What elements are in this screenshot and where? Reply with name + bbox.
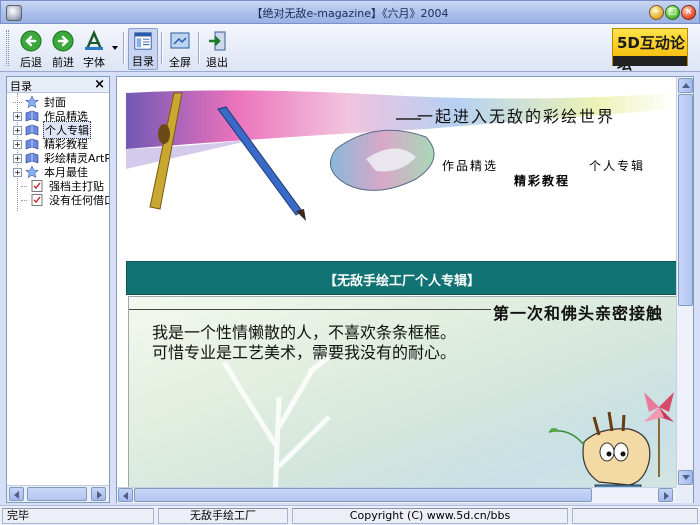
nav-tutorials[interactable]: 精彩教程	[514, 172, 570, 189]
section-title: 【无敌手绘工厂个人专辑】	[323, 274, 480, 289]
scroll-left-button[interactable]	[118, 488, 133, 502]
contents-panel-header: 目录 ×	[7, 77, 109, 93]
close-button[interactable]: ×	[681, 5, 696, 20]
back-label: 后退	[20, 56, 42, 69]
5d-forum-logo[interactable]: 5D互动论坛	[612, 28, 688, 73]
content-view: 一起进入无敌的彩绘世界 作品精选 个人专辑 精彩教程 【无敌手绘工厂个人专辑】 …	[116, 76, 694, 503]
scroll-thumb[interactable]	[678, 94, 693, 306]
expand-toggle[interactable]: +	[13, 139, 22, 149]
content-horizontal-scrollbar[interactable]	[117, 487, 676, 503]
close-panel-icon[interactable]: ×	[94, 77, 105, 92]
tree-item-personal-album[interactable]: + 个人专辑	[7, 121, 91, 139]
content-vertical-scrollbar[interactable]	[676, 77, 693, 487]
scroll-thumb[interactable]	[27, 487, 87, 501]
minimize-button[interactable]: –	[649, 5, 664, 20]
tree-item-best-of-month[interactable]: + 本月最佳	[7, 165, 89, 179]
contents-panel: 目录 × 封面 + 作品精选 + 个人专辑 + 精彩教程 + 彩绘精灵ArtR	[6, 76, 110, 503]
exit-icon	[209, 31, 226, 51]
exit-label: 退出	[206, 56, 228, 69]
nav-personal-album[interactable]: 个人专辑	[589, 157, 645, 174]
logo-text: 5D互动论坛	[617, 34, 685, 73]
back-arrow-icon	[20, 30, 42, 52]
forward-button[interactable]: 前进	[47, 28, 79, 70]
contents-panel-title: 目录	[10, 80, 32, 93]
status-extra	[572, 508, 698, 524]
book-icon	[25, 110, 39, 122]
book-icon	[25, 124, 39, 136]
expand-toggle[interactable]: +	[13, 153, 22, 163]
tree-item-cover[interactable]: 封面	[7, 95, 67, 109]
exit-button[interactable]: 退出	[202, 28, 232, 70]
contents-button[interactable]: 目录	[128, 28, 158, 70]
contents-label: 目录	[132, 55, 154, 68]
status-bar: 完毕 无敌手绘工厂 Copyright (C) www.5d.cn/bbs	[0, 505, 700, 525]
fullscreen-icon	[170, 32, 190, 49]
fullscreen-label: 全屏	[169, 56, 191, 69]
tree-item-featured-post[interactable]: 强档主打贴	[21, 179, 105, 193]
page-icon	[31, 194, 43, 206]
font-label: 字体	[83, 56, 105, 69]
toolbar: 后退 前进 字体 目录 全屏 退出 5D互动论	[0, 24, 700, 73]
tree-item-artrage[interactable]: + 彩绘精灵ArtRage	[7, 151, 109, 165]
status-section: 无敌手绘工厂	[158, 508, 288, 524]
maximize-button[interactable]: □	[665, 5, 680, 20]
sidebar-horizontal-scrollbar[interactable]	[7, 485, 109, 502]
font-button[interactable]: 字体	[79, 28, 109, 70]
scroll-right-button[interactable]	[91, 487, 106, 501]
expand-toggle[interactable]: +	[13, 125, 22, 135]
book-icon	[25, 138, 39, 150]
scroll-up-button[interactable]	[678, 78, 693, 93]
scroll-thumb[interactable]	[134, 488, 592, 502]
book-icon	[25, 152, 39, 164]
story-panel: 第一次和佛头亲密接触 我是一个性情懒散的人，不喜欢条条框框。 可惜专业是工艺美术…	[128, 296, 680, 502]
back-button[interactable]: 后退	[15, 28, 47, 70]
forward-label: 前进	[52, 56, 74, 69]
toolbar-grip[interactable]	[6, 30, 9, 66]
tree-item-tutorials[interactable]: + 精彩教程	[7, 137, 89, 151]
status-text: 完毕	[2, 508, 154, 524]
contents-tree: 封面 + 作品精选 + 个人专辑 + 精彩教程 + 彩绘精灵ArtRage + …	[7, 93, 109, 485]
story-headline: 第一次和佛头亲密接触	[493, 304, 664, 323]
contents-icon	[134, 32, 152, 50]
story-illustration	[221, 357, 674, 502]
title-bar: 【绝对无敌e-magazine】《六月》2004 – □ ×	[0, 0, 700, 24]
tree-item-label: 没有任何借口	[49, 194, 109, 207]
section-header: 【无敌手绘工厂个人专辑】	[126, 261, 678, 295]
window-title: 【绝对无敌e-magazine】《六月》2004	[251, 7, 449, 20]
status-copyright: Copyright (C) www.5d.cn/bbs	[292, 508, 568, 524]
scrollbar-corner	[676, 487, 693, 503]
scroll-down-button[interactable]	[678, 470, 693, 485]
toolbar-separator	[161, 32, 163, 64]
scroll-left-button[interactable]	[9, 487, 24, 501]
toolbar-separator	[123, 32, 125, 64]
tree-item-no-excuses[interactable]: 没有任何借口	[21, 193, 109, 207]
font-icon	[85, 30, 103, 50]
scroll-right-button[interactable]	[658, 488, 673, 502]
nav-selected-works[interactable]: 作品精选	[442, 157, 498, 174]
font-dropdown-arrow[interactable]	[112, 46, 118, 50]
star-icon	[25, 96, 39, 108]
fullscreen-button[interactable]: 全屏	[165, 28, 195, 70]
star-icon	[25, 166, 39, 178]
expand-toggle[interactable]: +	[13, 167, 22, 177]
banner-tagline: 一起进入无敌的彩绘世界	[417, 107, 616, 126]
page-icon	[31, 180, 43, 192]
toolbar-separator	[198, 32, 200, 64]
forward-arrow-icon	[52, 30, 74, 52]
expand-toggle[interactable]: +	[13, 111, 22, 121]
tree-illustration	[221, 357, 331, 502]
